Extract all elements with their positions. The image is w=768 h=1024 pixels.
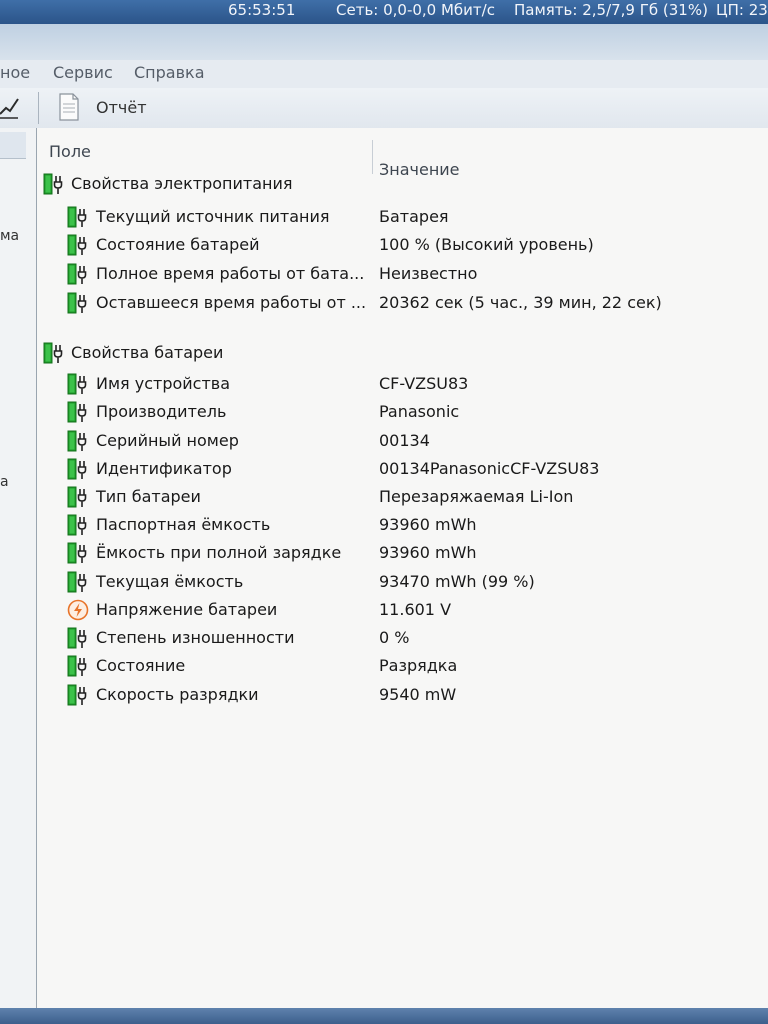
property-value: 93470 mWh (99 %): [379, 572, 535, 591]
status-network: Сеть: 0,0-0,0 Мбит/с: [336, 1, 495, 19]
property-row[interactable]: Тип батареи Перезаряжаемая Li-Ion: [37, 484, 768, 510]
property-row[interactable]: Серийный номер 00134: [37, 428, 768, 454]
property-value: 0 %: [379, 628, 410, 647]
property-field: Текущий источник питания: [96, 207, 330, 226]
system-status-bar: 65:53:51 Сеть: 0,0-0,0 Мбит/с Память: 2,…: [0, 0, 768, 24]
property-row[interactable]: Скорость разрядки 9540 mW: [37, 682, 768, 708]
menu-item-help[interactable]: Справка: [134, 63, 205, 82]
property-value: Батарея: [379, 207, 449, 226]
list-header: Поле Значение: [37, 136, 768, 179]
battery-icon: [67, 514, 89, 536]
property-field: Оставшееся время работы от ...: [96, 293, 367, 312]
battery-icon: [67, 684, 89, 706]
property-value: 9540 mW: [379, 685, 457, 704]
battery-icon: [67, 206, 89, 228]
toolbar-separator: [38, 92, 39, 124]
property-value: 93960 mWh: [379, 543, 477, 562]
tree-item-fragment[interactable]: а: [0, 474, 9, 490]
navigation-tree-pane[interactable]: ма а: [0, 128, 37, 1008]
property-row[interactable]: Состояние Разрядка: [37, 653, 768, 679]
battery-icon: [67, 486, 89, 508]
battery-icon: [67, 263, 89, 285]
group-header[interactable]: Свойства батареи: [37, 340, 768, 366]
property-row[interactable]: Напряжение батареи 11.601 V: [37, 597, 768, 623]
property-value: Panasonic: [379, 402, 460, 421]
property-field: Напряжение батареи: [96, 600, 278, 619]
taskbar-edge: [0, 1008, 768, 1024]
battery-icon: [67, 458, 89, 480]
property-value: CF-VZSU83: [379, 374, 469, 393]
column-header-field[interactable]: Поле: [49, 142, 91, 161]
property-value: Разрядка: [379, 656, 458, 675]
property-value: Перезаряжаемая Li-Ion: [379, 487, 574, 506]
battery-icon: [67, 430, 89, 452]
property-row[interactable]: Имя устройства CF-VZSU83: [37, 371, 768, 397]
property-value: Неизвестно: [379, 264, 478, 283]
menu-item-partial[interactable]: ное: [0, 63, 30, 82]
report-button[interactable]: Отчёт: [96, 98, 147, 117]
chart-icon[interactable]: [0, 94, 20, 120]
property-row[interactable]: Оставшееся время работы от ... 20362 сек …: [37, 290, 768, 316]
status-memory: Память: 2,5/7,9 Гб (31%): [514, 1, 708, 19]
property-row[interactable]: Паспортная ёмкость 93960 mWh: [37, 512, 768, 538]
property-value: 00134: [379, 431, 430, 450]
toolbar: Отчёт: [0, 88, 768, 129]
battery-icon: [67, 542, 89, 564]
status-clock: 65:53:51: [228, 1, 296, 19]
battery-icon: [67, 234, 89, 256]
property-row[interactable]: Степень изношенности 0 %: [37, 625, 768, 651]
property-row[interactable]: Ёмкость при полной зарядке 93960 mWh: [37, 540, 768, 566]
battery-icon: [67, 373, 89, 395]
property-field: Идентификатор: [96, 459, 232, 478]
property-field: Состояние батарей: [96, 235, 260, 254]
menu-item-service[interactable]: Сервис: [53, 63, 113, 82]
tree-item-fragment[interactable]: ма: [0, 228, 19, 244]
property-value: 20362 сек (5 час., 39 мин, 22 сек): [379, 293, 662, 312]
battery-icon: [67, 401, 89, 423]
menu-bar: ное Сервис Справка: [0, 60, 768, 89]
voltage-icon: [67, 599, 89, 621]
property-field: Ёмкость при полной зарядке: [96, 543, 342, 562]
property-value: 00134PanasonicCF-VZSU83: [379, 459, 600, 478]
battery-icon: [67, 571, 89, 593]
property-row[interactable]: Текущая ёмкость 93470 mWh (99 %): [37, 569, 768, 595]
group-title: Свойства батареи: [71, 343, 224, 362]
battery-icon: [67, 627, 89, 649]
group-title: Свойства электропитания: [71, 174, 293, 193]
window-frame-top: [0, 24, 768, 60]
property-row[interactable]: Идентификатор 00134PanasonicCF-VZSU83: [37, 456, 768, 482]
battery-icon: [67, 292, 89, 314]
battery-icon: [43, 173, 65, 195]
property-field: Состояние: [96, 656, 186, 675]
property-row[interactable]: Полное время работы от бата... Неизвестно: [37, 261, 768, 287]
property-value: 11.601 V: [379, 600, 452, 619]
property-field: Производитель: [96, 402, 227, 421]
property-field: Полное время работы от бата...: [96, 264, 365, 283]
tree-selected-item[interactable]: [0, 132, 26, 159]
property-field: Текущая ёмкость: [96, 572, 244, 591]
property-row[interactable]: Производитель Panasonic: [37, 399, 768, 425]
property-row[interactable]: Состояние батарей 100 % (Высокий уровень): [37, 232, 768, 258]
column-separator[interactable]: [372, 140, 373, 174]
status-cpu: ЦП: 23: [716, 1, 768, 19]
property-field: Степень изношенности: [96, 628, 295, 647]
property-field: Имя устройства: [96, 374, 231, 393]
battery-icon: [67, 655, 89, 677]
property-row[interactable]: Текущий источник питания Батарея: [37, 204, 768, 230]
group-header[interactable]: Свойства электропитания: [37, 171, 768, 197]
properties-list: Поле Значение Свойства электропитания Тек…: [37, 128, 768, 1008]
property-field: Скорость разрядки: [96, 685, 259, 704]
report-icon[interactable]: [58, 93, 80, 121]
property-field: Паспортная ёмкость: [96, 515, 271, 534]
property-value: 100 % (Высокий уровень): [379, 235, 594, 254]
property-field: Серийный номер: [96, 431, 239, 450]
property-field: Тип батареи: [96, 487, 201, 506]
battery-icon: [43, 342, 65, 364]
property-value: 93960 mWh: [379, 515, 477, 534]
